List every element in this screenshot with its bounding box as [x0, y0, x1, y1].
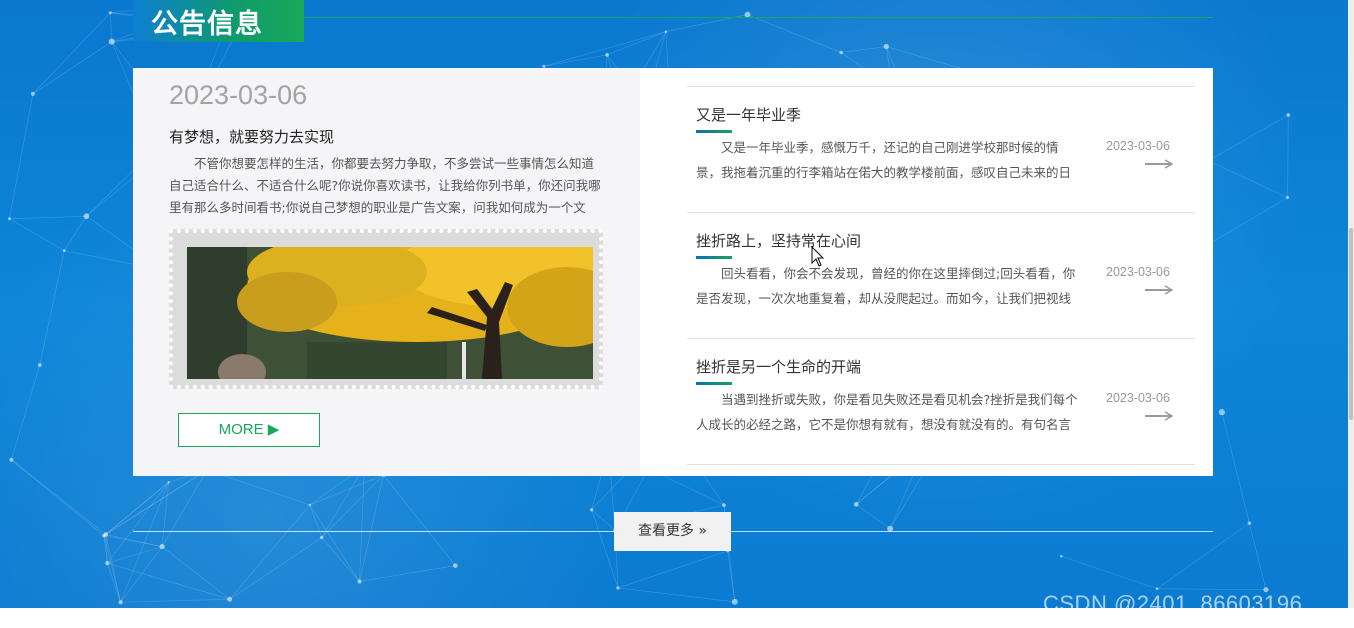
news-item-date: 2023-03-06 [1106, 391, 1170, 405]
title-underline [696, 256, 732, 259]
arrow-right-icon[interactable] [1145, 159, 1173, 169]
notice-card: 2023-03-06 有梦想，就要努力去实现 不管你想要怎样的生活，你都要去努力… [133, 68, 1213, 476]
featured-date: 2023-03-06 [169, 80, 308, 110]
list-item[interactable]: 挫折是另一个生命的开端 当遇到挫折或失败，你是看见失败还是看见机会?挫折是我们每… [687, 338, 1195, 465]
news-item-summary: 回头看看，你会不会发现，曾经的你在这里摔倒过;回头看看，你是否发现，一次次地重复… [696, 266, 1076, 306]
news-item-date: 2023-03-06 [1106, 265, 1170, 279]
title-underline [696, 382, 732, 385]
arrow-right-icon[interactable] [1145, 285, 1173, 295]
title-underline [696, 130, 732, 133]
list-item[interactable]: 挫折路上，坚持常在心间 回头看看，你会不会发现，曾经的你在这里摔倒过;回头看看，… [687, 212, 1195, 338]
featured-title[interactable]: 有梦想，就要努力去实现 [169, 126, 334, 147]
featured-image[interactable] [187, 247, 593, 379]
news-item-summary: 当遇到挫折或失败，你是看见失败还是看见机会?挫折是我们每个人成长的必经之路，它不… [696, 392, 1078, 432]
featured-image-frame [169, 229, 603, 389]
news-item-title[interactable]: 又是一年毕业季 [696, 104, 801, 125]
watermark: CSDN @2401_86603196 [1043, 591, 1303, 616]
featured-notice: 2023-03-06 有梦想，就要努力去实现 不管你想要怎样的生活，你都要去努力… [133, 68, 640, 476]
news-item-title[interactable]: 挫折路上，坚持常在心间 [696, 230, 861, 251]
news-item-title[interactable]: 挫折是另一个生命的开端 [696, 356, 861, 377]
featured-summary: 不管你想要怎样的生活，你都要去努力争取，不多尝试一些事情怎么知道自己适合什么、不… [169, 156, 601, 215]
see-more-button[interactable]: 查看更多 » [614, 512, 731, 551]
scrollbar-thumb[interactable] [1349, 228, 1353, 420]
news-item-summary: 又是一年毕业季，感慨万千，还记的自己刚进学校那时候的情景，我拖着沉重的行李箱站在… [696, 140, 1072, 180]
list-item[interactable]: 又是一年毕业季 又是一年毕业季，感慨万千，还记的自己刚进学校那时候的情景，我拖着… [687, 86, 1195, 212]
section-title: 公告信息 [133, 0, 304, 42]
news-list: 又是一年毕业季 又是一年毕业季，感慨万千，还记的自己刚进学校那时候的情景，我拖着… [687, 86, 1195, 465]
section-title-text: 公告信息 [151, 9, 263, 40]
news-item-date: 2023-03-06 [1106, 139, 1170, 153]
mouse-cursor-icon [811, 246, 825, 267]
more-button[interactable]: MORE ▶ [178, 413, 320, 447]
section-title-line [304, 17, 1213, 18]
arrow-right-icon[interactable] [1145, 411, 1173, 421]
